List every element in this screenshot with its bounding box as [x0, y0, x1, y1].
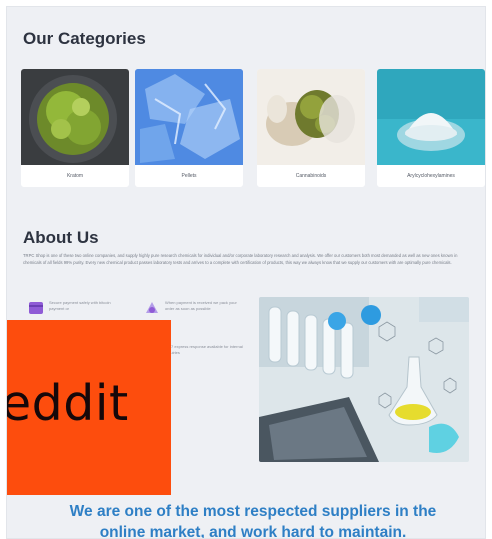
category-card-cannabinoids[interactable]: Cannabinoids	[257, 69, 365, 187]
reddit-watermark: eddit	[7, 320, 171, 495]
tagline: We are one of the most respected supplie…	[7, 501, 485, 539]
delivery-icon	[143, 299, 161, 317]
tagline-line-1: We are one of the most respected supplie…	[69, 503, 437, 520]
laboratory-image	[259, 297, 469, 462]
category-card-pellets[interactable]: Pellets	[135, 69, 243, 187]
categories-title: Our Categories	[23, 29, 146, 48]
reddit-text: eddit	[6, 375, 129, 432]
feature-text: When payment is received we pack your or…	[165, 300, 237, 311]
feature-text: Secure payment safely with bitcoin payme…	[49, 300, 111, 311]
category-card-kratom[interactable]: Kratom	[21, 69, 129, 187]
payment-card-icon	[27, 299, 45, 317]
page-frame: Our Categories Kratom Pellets Cannabinoi…	[6, 6, 486, 539]
arylcyclohexylamines-image[interactable]	[377, 69, 485, 165]
category-label[interactable]: Pellets	[135, 165, 243, 187]
category-label[interactable]: Kratom	[21, 165, 129, 187]
about-text: TRPC Shop is one of these two online com…	[23, 253, 458, 265]
category-label[interactable]: Arylcyclohexylamines	[377, 165, 485, 187]
pellets-image[interactable]	[135, 69, 243, 165]
about-title: About Us	[23, 228, 99, 247]
category-label[interactable]: Cannabinoids	[257, 165, 365, 187]
cannabinoids-image[interactable]	[257, 69, 365, 165]
kratom-image[interactable]	[21, 69, 129, 165]
feature-text: 24*7 express response available for inte…	[165, 344, 243, 355]
category-card-arylcyclohexylamines[interactable]: Arylcyclohexylamines	[377, 69, 485, 187]
category-list: Kratom Pellets Cannabinoids Arylcyclohex…	[21, 69, 485, 189]
tagline-line-2: online market, and work hard to maintain…	[99, 524, 407, 539]
